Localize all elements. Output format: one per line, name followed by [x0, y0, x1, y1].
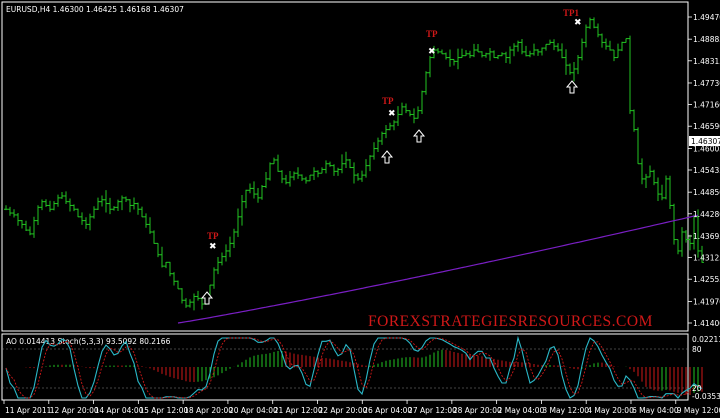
time-axis-label: 14 Apr 04:00: [95, 406, 144, 415]
time-axis-label: 6 May 04:00: [632, 406, 679, 415]
tp-cross-icon: ✖: [574, 18, 582, 28]
main-chart-pane[interactable]: [1, 1, 689, 332]
indicator-header: AO 0.014413 Stoch(5,3,3) 93.5092 80.2166: [6, 337, 171, 346]
price-axis-label: 1.47730: [693, 79, 720, 88]
tp-cross-icon: ✖: [209, 242, 217, 252]
ind-axis-label: 0.022114: [692, 335, 720, 344]
price-axis-label: 1.44850: [693, 188, 720, 197]
price-axis-label: 1.43125: [693, 254, 720, 263]
time-axis-label: 9 May 12:00: [677, 406, 720, 415]
tp-label: TP1: [563, 8, 580, 18]
time-axis-label: 22 Apr 20:00: [318, 406, 367, 415]
candle-bar: [688, 234, 692, 251]
price-axis-label: 1.48885: [693, 35, 720, 44]
price-axis-label: 1.41400: [693, 319, 720, 328]
price-axis: 1.49470 1.48885 1.48315 1.47730 1.47160 1.465…: [688, 13, 720, 328]
watermark: FOREXSTRATEGIESRESOURCES.COM: [368, 313, 653, 330]
price-axis-label: 1.42555: [693, 275, 720, 284]
tp-label: TP: [426, 29, 438, 39]
price-axis-label: 1.43695: [693, 232, 720, 241]
time-axis-label: 2 May 04:00: [498, 406, 545, 415]
price-axis-label: 1.48315: [693, 57, 720, 66]
time-axis-label: 18 Apr 20:00: [184, 406, 233, 415]
tp-cross-icon: ✖: [388, 109, 396, 119]
tp-label: TP: [382, 96, 394, 106]
tp-label: TP: [207, 231, 219, 241]
price-axis-label: 1.46590: [693, 122, 720, 131]
time-axis-label: 27 Apr 12:00: [408, 406, 457, 415]
time-axis-label: 3 May 12:00: [542, 406, 589, 415]
tp-cross-icon: ✖: [428, 47, 436, 57]
price-axis-label: 1.45435: [693, 166, 720, 175]
time-axis-label: 26 Apr 04:00: [363, 406, 412, 415]
time-axis: 11 Apr 201112 Apr 20:0014 Apr 04:0015 Ap…: [3, 400, 720, 415]
time-axis-label: 12 Apr 20:00: [50, 406, 99, 415]
price-axis-label: 1.41970: [693, 297, 720, 306]
time-axis-label: 15 Apr 12:00: [139, 406, 188, 415]
symbol-header: EURUSD,H4 1.46300 1.46425 1.46168 1.4630…: [6, 5, 184, 14]
ind-axis-label: -0.03531: [692, 392, 720, 401]
trading-chart[interactable]: EURUSD,H4 1.46300 1.46425 1.46168 1.4630…: [0, 0, 720, 418]
time-axis-label: 28 Apr 20:00: [453, 406, 502, 415]
current-price-label: 1.46307: [691, 137, 720, 146]
time-axis-label: 11 Apr 2011: [5, 406, 52, 415]
indicator-axis: 0.022114 80 20 -0.03531: [692, 335, 720, 401]
time-axis-label: 4 May 20:00: [587, 406, 634, 415]
current-price-tag: 1.46307: [689, 136, 720, 146]
price-axis-label: 1.47160: [693, 101, 720, 110]
time-axis-label: 20 Apr 04:00: [229, 406, 278, 415]
ind-axis-label: 80: [692, 345, 702, 354]
price-axis-label: 1.44280: [693, 210, 720, 219]
time-axis-label: 21 Apr 12:00: [274, 406, 323, 415]
price-axis-label: 1.49470: [693, 13, 720, 22]
